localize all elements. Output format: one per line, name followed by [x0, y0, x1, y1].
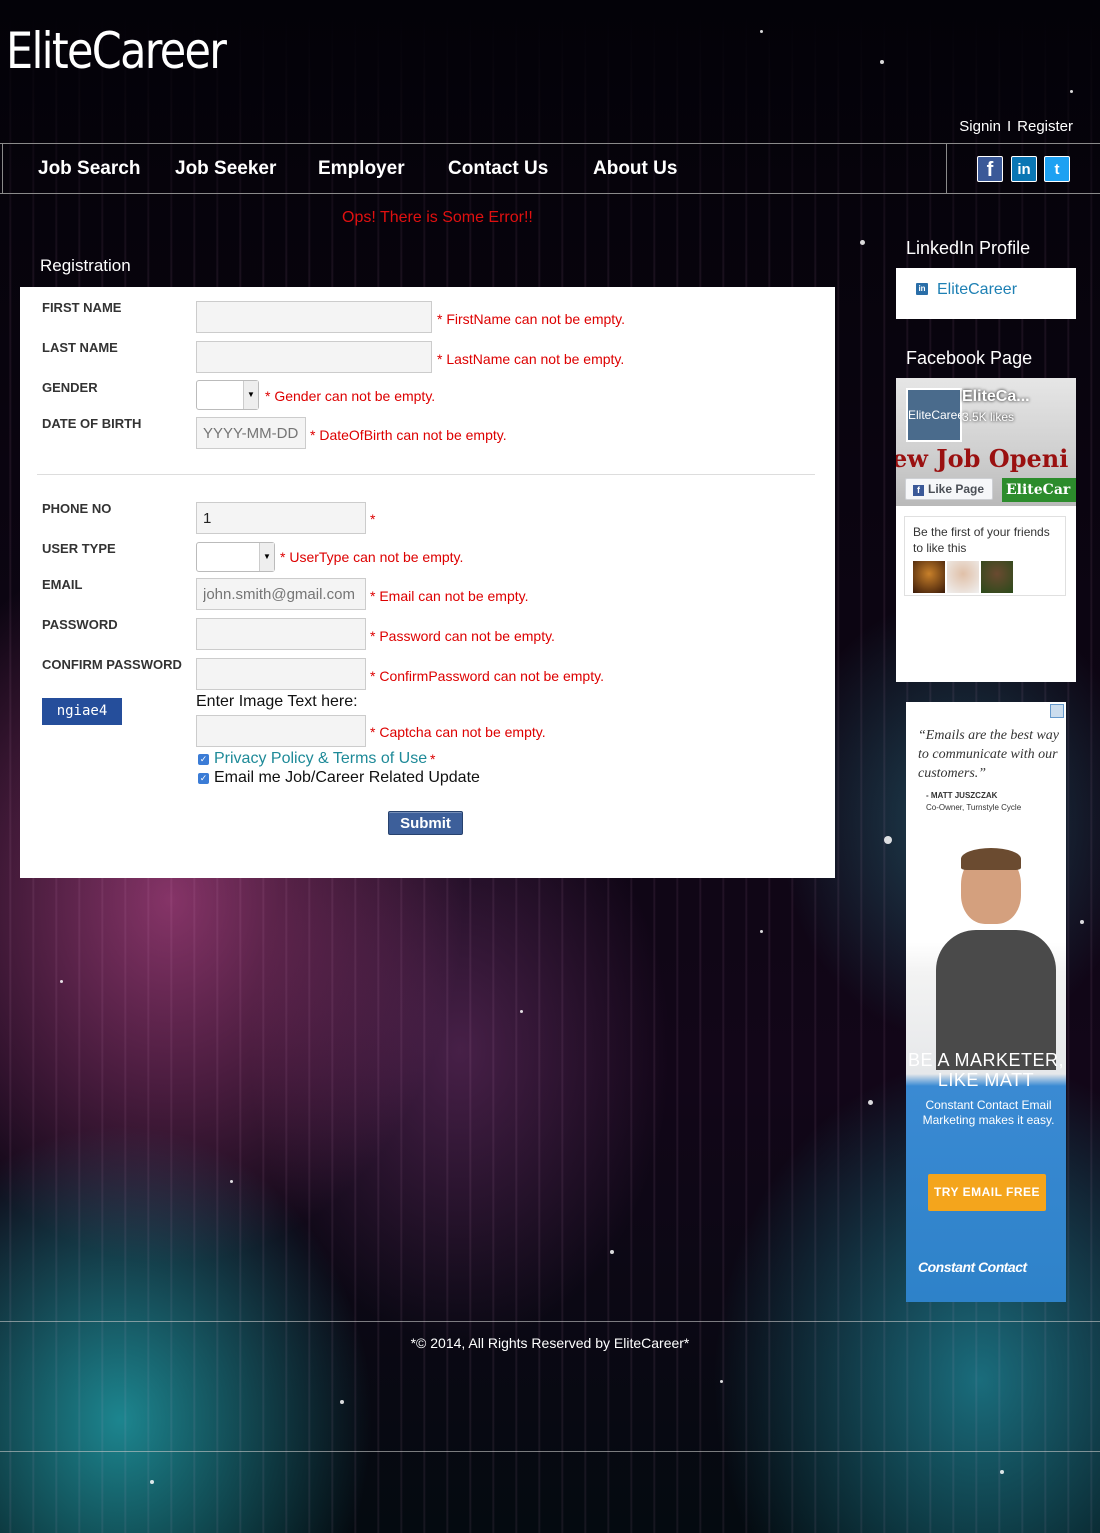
confirm-password-error: * ConfirmPassword can not be empty. — [370, 668, 604, 684]
password-error: * Password can not be empty. — [370, 628, 555, 644]
updates-label: Email me Job/Career Related Update — [214, 769, 480, 786]
linkedin-icon[interactable]: in — [1011, 156, 1037, 182]
main-nav: Job Search Job Seeker Employer Contact U… — [0, 143, 1100, 194]
privacy-policy-link[interactable]: Privacy Policy & Terms of Use — [214, 750, 427, 768]
facebook-page-picture[interactable]: EliteCareer — [906, 388, 968, 442]
facebook-icon: f — [913, 485, 924, 496]
adchoices-icon[interactable] — [1050, 704, 1064, 718]
dob-label: DATE OF BIRTH — [42, 416, 142, 431]
dob-input[interactable] — [196, 417, 306, 449]
facebook-like-label: Like Page — [928, 482, 985, 496]
auth-links: Signin I Register — [959, 118, 1073, 135]
avatar[interactable] — [913, 561, 945, 593]
email-label: EMAIL — [42, 577, 83, 592]
gender-error: * Gender can not be empty. — [265, 388, 436, 404]
facebook-mini-logo: EliteCar — [1002, 478, 1076, 502]
avatar[interactable] — [981, 561, 1013, 593]
ad-person-photo — [936, 848, 1056, 1070]
updates-checkbox[interactable]: ✓ — [198, 773, 209, 784]
first-name-input[interactable] — [196, 301, 432, 333]
ad-cta-button[interactable]: TRY EMAIL FREE — [928, 1174, 1046, 1211]
phone-label: PHONE NO — [42, 501, 112, 516]
ad-quote-role: Co-Owner, Turnstyle Cycle — [926, 803, 1022, 812]
facebook-likes-count: 3.5K likes — [962, 410, 1015, 424]
captcha-input[interactable] — [196, 715, 366, 747]
captcha-prompt: Enter Image Text here: — [196, 693, 358, 710]
first-name-label: FIRST NAME — [42, 300, 122, 315]
twitter-icon[interactable]: t — [1044, 156, 1070, 182]
privacy-required-marker: * — [430, 751, 436, 767]
ad-quote-name: - MATT JUSZCZAK — [926, 791, 998, 800]
last-name-label: LAST NAME — [42, 340, 118, 355]
register-link[interactable]: Register — [1017, 118, 1073, 135]
password-input[interactable] — [196, 618, 366, 650]
nav-employer[interactable]: Employer — [318, 158, 405, 180]
gender-select[interactable]: ▼ — [196, 380, 259, 410]
user-type-error: * UserType can not be empty. — [280, 549, 464, 565]
site-logo[interactable]: EliteCareer — [6, 22, 227, 80]
footer-divider-top — [0, 1321, 1100, 1322]
email-error: * Email can not be empty. — [370, 588, 529, 604]
facebook-cover: ew Job Openi EliteCareer EliteCa... 3.5K… — [896, 378, 1076, 506]
chevron-down-icon: ▼ — [259, 543, 274, 571]
dob-error: * DateOfBirth can not be empty. — [310, 427, 507, 443]
captcha-image: ngiae4 — [42, 698, 122, 725]
last-name-error: * LastName can not be empty. — [437, 351, 625, 367]
privacy-checkbox[interactable]: ✓ — [198, 754, 209, 765]
ad-headline: BE A MARKETER, LIKE MATT — [907, 1050, 1065, 1090]
linkedin-profile-title: LinkedIn Profile — [906, 238, 1031, 258]
facebook-like-button[interactable]: f Like Page — [905, 478, 993, 500]
nav-about-us[interactable]: About Us — [593, 158, 677, 180]
ad-brand-logo: Constant Contact — [918, 1259, 1027, 1275]
ad-subtext: Constant Contact Email Marketing makes i… — [922, 1098, 1055, 1127]
user-type-select[interactable]: ▼ — [196, 542, 275, 572]
auth-separator: I — [1006, 118, 1012, 135]
ad-quote: “Emails are the best way to communicate … — [918, 728, 1060, 781]
linkedin-profile-link[interactable]: EliteCareer — [937, 281, 1017, 299]
signin-link[interactable]: Signin — [959, 118, 1001, 135]
facebook-friends-box: Be the first of your friends to like thi… — [904, 516, 1066, 596]
gender-label: GENDER — [42, 380, 98, 395]
password-label: PASSWORD — [42, 617, 118, 632]
facebook-widget: ew Job Openi EliteCareer EliteCa... 3.5K… — [896, 378, 1076, 682]
footer-copyright: *© 2014, All Rights Reserved by EliteCar… — [410, 1335, 690, 1351]
last-name-input[interactable] — [196, 341, 432, 373]
user-type-label: USER TYPE — [42, 541, 116, 556]
footer-divider-bottom — [0, 1451, 1100, 1452]
linkedin-icon: in — [916, 283, 928, 295]
first-name-error: * FirstName can not be empty. — [437, 311, 626, 327]
facebook-friends-text: Be the first of your friends to like thi… — [913, 525, 1050, 555]
confirm-password-input[interactable] — [196, 658, 366, 690]
facebook-icon[interactable]: f — [977, 156, 1003, 182]
email-input[interactable] — [196, 578, 366, 610]
facebook-cover-text: ew Job Openi — [896, 444, 1069, 473]
confirm-password-label: CONFIRM PASSWORD — [42, 657, 182, 672]
facebook-page-title: Facebook Page — [906, 348, 1033, 368]
advertisement-banner[interactable]: “Emails are the best way to communicate … — [906, 702, 1066, 1302]
nav-job-search[interactable]: Job Search — [38, 158, 140, 180]
registration-title: Registration — [40, 256, 131, 275]
captcha-error: * Captcha can not be empty. — [370, 724, 546, 740]
avatar[interactable] — [947, 561, 979, 593]
error-banner: Ops! There is Some Error!! — [342, 209, 533, 226]
nav-job-seeker[interactable]: Job Seeker — [175, 158, 276, 180]
linkedin-card: in EliteCareer — [896, 268, 1076, 319]
phone-input[interactable] — [196, 502, 366, 534]
nav-contact-us[interactable]: Contact Us — [448, 158, 548, 180]
form-divider — [37, 474, 815, 475]
chevron-down-icon: ▼ — [243, 381, 258, 409]
facebook-page-name[interactable]: EliteCa... — [962, 388, 1030, 406]
phone-required-marker: * — [370, 511, 376, 527]
submit-button[interactable]: Submit — [388, 811, 463, 835]
registration-form: FIRST NAME * FirstName can not be empty.… — [20, 287, 835, 878]
